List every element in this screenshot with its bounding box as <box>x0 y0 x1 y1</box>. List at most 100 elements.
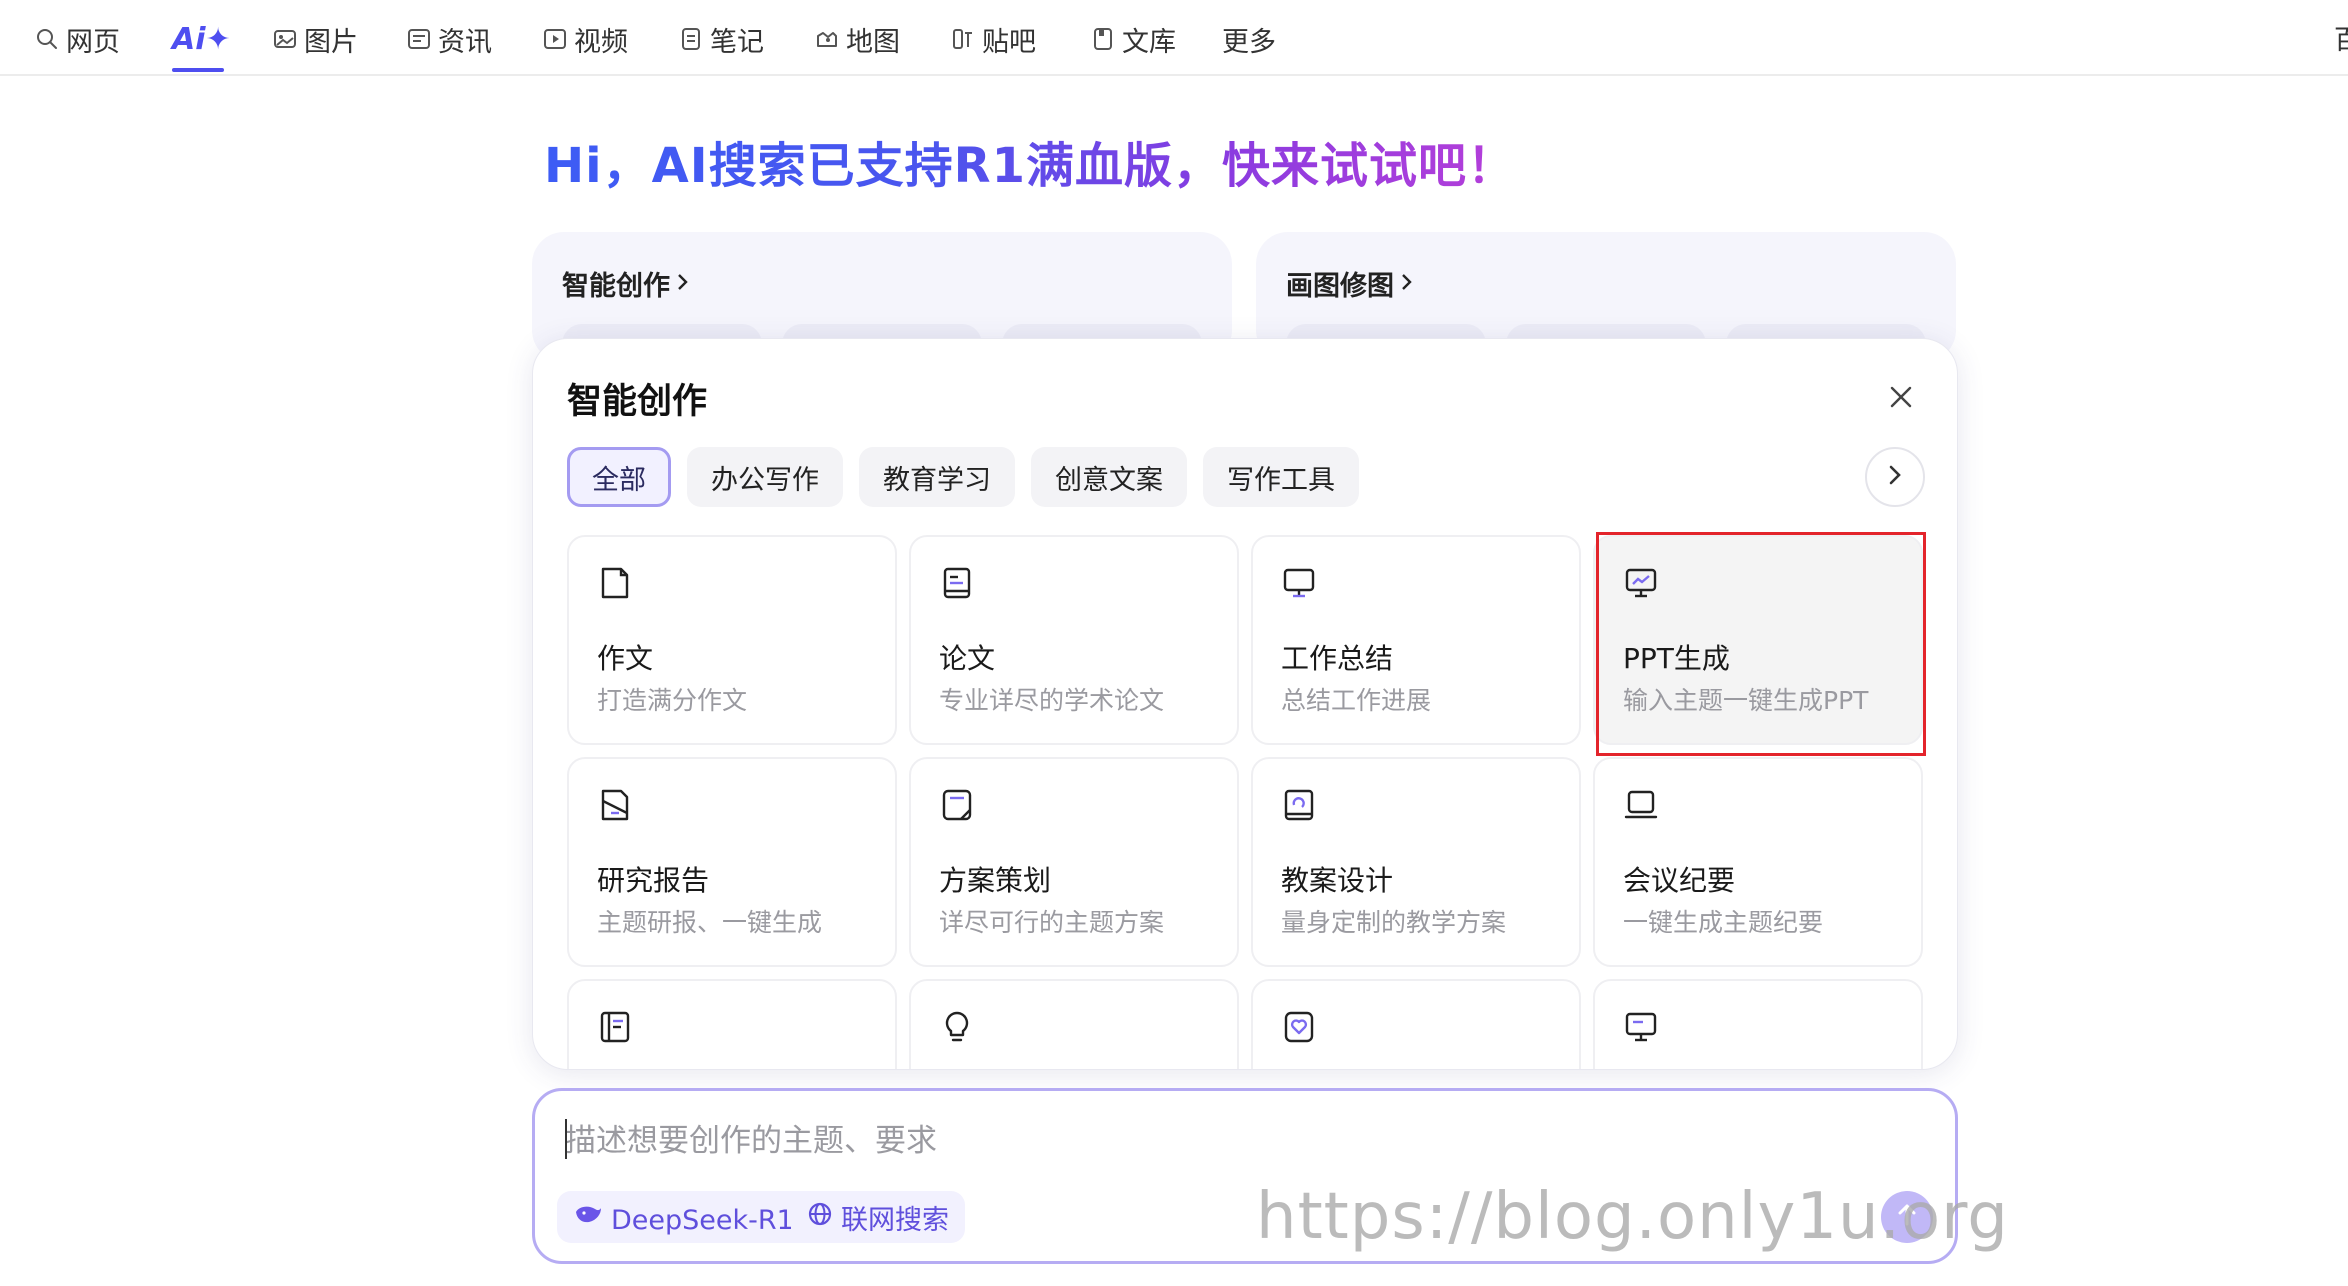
nav-item-more[interactable]: 更多 <box>1222 18 1276 60</box>
nav-label: 更多 <box>1222 26 1276 58</box>
prompt-input[interactable] <box>565 1117 1865 1165</box>
card-subtitle: 打造满分作文 <box>597 686 748 715</box>
close-button[interactable] <box>1883 381 1919 417</box>
card-title: 会议纪要 <box>1623 864 1736 897</box>
tab-all[interactable]: 全部 <box>567 447 671 507</box>
bg-card-title-left[interactable]: 智能创作 <box>562 264 690 303</box>
send-button[interactable] <box>1881 1191 1933 1243</box>
wenku-icon <box>1090 26 1116 52</box>
card-subtitle: 总结工作进展 <box>1281 686 1432 715</box>
laptop-icon <box>1623 787 1659 823</box>
card-subtitle: 主题研报、一键生成 <box>597 908 823 937</box>
top-nav: 网页 Ai✦ 图片 资讯 视频 笔记 地图 贴吧 文库 更多 百 <box>0 0 2348 76</box>
card-title: PPT生成 <box>1623 642 1730 675</box>
document-icon <box>597 565 633 601</box>
nav-label: 笔记 <box>710 26 764 58</box>
video-icon <box>542 26 568 52</box>
card-template[interactable] <box>909 979 1239 1069</box>
tab-office-writing[interactable]: 办公写作 <box>687 447 843 507</box>
image-icon <box>272 26 298 52</box>
chevron-right-icon <box>1400 268 1414 299</box>
nav-label: 网页 <box>66 26 120 58</box>
map-icon <box>814 26 840 52</box>
nav-item-wenku[interactable]: 文库 <box>1090 18 1176 60</box>
globe-icon <box>807 1201 833 1234</box>
paper-icon <box>939 565 975 601</box>
smart-creation-panel: 智能创作 全部 办公写作 教育学习 创意文案 写作工具 作文 打造满分作文 论文… <box>532 338 1958 1070</box>
bg-card-title-text: 画图修图 <box>1286 271 1394 302</box>
nav-item-notes[interactable]: 笔记 <box>678 18 764 60</box>
hero-title: Hi，AI搜索已支持R1满血版，快来试试吧！ <box>544 126 1516 196</box>
bg-card-title-text: 智能创作 <box>562 271 670 302</box>
card-title: 方案策划 <box>939 864 1052 897</box>
close-icon <box>1888 384 1914 414</box>
card-title: 作文 <box>597 642 654 675</box>
nav-label: 文库 <box>1122 26 1176 58</box>
tabs-scroll-next-button[interactable] <box>1865 447 1925 507</box>
tab-creative-copy[interactable]: 创意文案 <box>1031 447 1187 507</box>
screen-icon <box>1623 1009 1659 1045</box>
search-icon <box>34 26 60 52</box>
card-work-summary[interactable]: 工作总结 总结工作进展 <box>1251 535 1581 745</box>
card-title: 研究报告 <box>597 864 710 897</box>
card-subtitle: 详尽可行的主题方案 <box>939 908 1165 937</box>
news-icon <box>406 26 432 52</box>
tieba-icon <box>950 26 976 52</box>
list-doc-icon <box>597 1009 633 1045</box>
nav-label: 地图 <box>846 26 900 58</box>
nav-label: 资讯 <box>438 26 492 58</box>
tab-writing-tools[interactable]: 写作工具 <box>1203 447 1359 507</box>
chevron-right-icon <box>1886 463 1904 491</box>
monitor-icon <box>1281 565 1317 601</box>
arrow-up-icon <box>1895 1202 1919 1232</box>
nav-item-ai[interactable]: Ai✦ <box>172 18 231 60</box>
nav-corner-text: 百 <box>2334 25 2348 56</box>
nav-label: 视频 <box>574 26 628 58</box>
lesson-icon <box>1281 787 1317 823</box>
presentation-icon <box>1623 565 1659 601</box>
heart-card-icon <box>1281 1009 1317 1045</box>
bg-card-title-right[interactable]: 画图修图 <box>1286 264 1414 303</box>
nav-label: 图片 <box>304 26 358 58</box>
card-proposal[interactable]: 方案策划 详尽可行的主题方案 <box>909 757 1239 967</box>
report-icon <box>597 787 633 823</box>
web-search-chip[interactable]: 联网搜索 <box>791 1191 965 1243</box>
chevron-right-icon <box>676 268 690 299</box>
panel-title: 智能创作 <box>567 382 708 422</box>
nav-item-tieba[interactable]: 贴吧 <box>950 18 1036 60</box>
card-subtitle: 专业详尽的学术论文 <box>939 686 1165 715</box>
nav-item-images[interactable]: 图片 <box>272 18 358 60</box>
card-subtitle: 输入主题一键生成PPT <box>1623 686 1869 715</box>
page: 网页 Ai✦ 图片 资讯 视频 笔记 地图 贴吧 文库 更多 百 Hi，AI搜索… <box>0 0 2348 1286</box>
nav-item-web[interactable]: 网页 <box>34 18 120 60</box>
text-caret <box>565 1119 567 1159</box>
card-research-report[interactable]: 研究报告 主题研报、一键生成 <box>567 757 897 967</box>
card-subtitle: 一键生成主题纪要 <box>1623 908 1824 937</box>
category-tabs: 全部 办公写作 教育学习 创意文案 写作工具 <box>567 447 1359 507</box>
card-subtitle: 量身定制的教学方案 <box>1281 908 1507 937</box>
deepseek-whale-icon <box>573 1202 603 1233</box>
card-title: 论文 <box>939 642 996 675</box>
card-meeting-minutes[interactable]: 会议纪要 一键生成主题纪要 <box>1593 757 1923 967</box>
note-icon <box>678 26 704 52</box>
active-tab-indicator <box>172 68 224 72</box>
card-lesson-plan[interactable]: 教案设计 量身定制的教学方案 <box>1251 757 1581 967</box>
card-template[interactable] <box>567 979 897 1069</box>
nav-label: 贴吧 <box>982 26 1036 58</box>
card-essay[interactable]: 作文 打造满分作文 <box>567 535 897 745</box>
card-thesis[interactable]: 论文 专业详尽的学术论文 <box>909 535 1239 745</box>
nav-item-map[interactable]: 地图 <box>814 18 900 60</box>
nav-item-video[interactable]: 视频 <box>542 18 628 60</box>
card-title: 教案设计 <box>1281 864 1394 897</box>
nav-item-news[interactable]: 资讯 <box>406 18 492 60</box>
plan-icon <box>939 787 975 823</box>
card-ppt-generation[interactable]: PPT生成 输入主题一键生成PPT <box>1593 535 1923 745</box>
nav-label: Ai✦ <box>172 21 231 57</box>
lightbulb-icon <box>939 1009 975 1045</box>
chip-label: 联网搜索 <box>841 1204 949 1236</box>
card-template[interactable] <box>1251 979 1581 1069</box>
prompt-input-box: DeepSeek-R1满血版 联网搜索 <box>532 1088 1958 1264</box>
tab-education[interactable]: 教育学习 <box>859 447 1015 507</box>
card-title: 工作总结 <box>1281 642 1394 675</box>
card-template[interactable] <box>1593 979 1923 1069</box>
